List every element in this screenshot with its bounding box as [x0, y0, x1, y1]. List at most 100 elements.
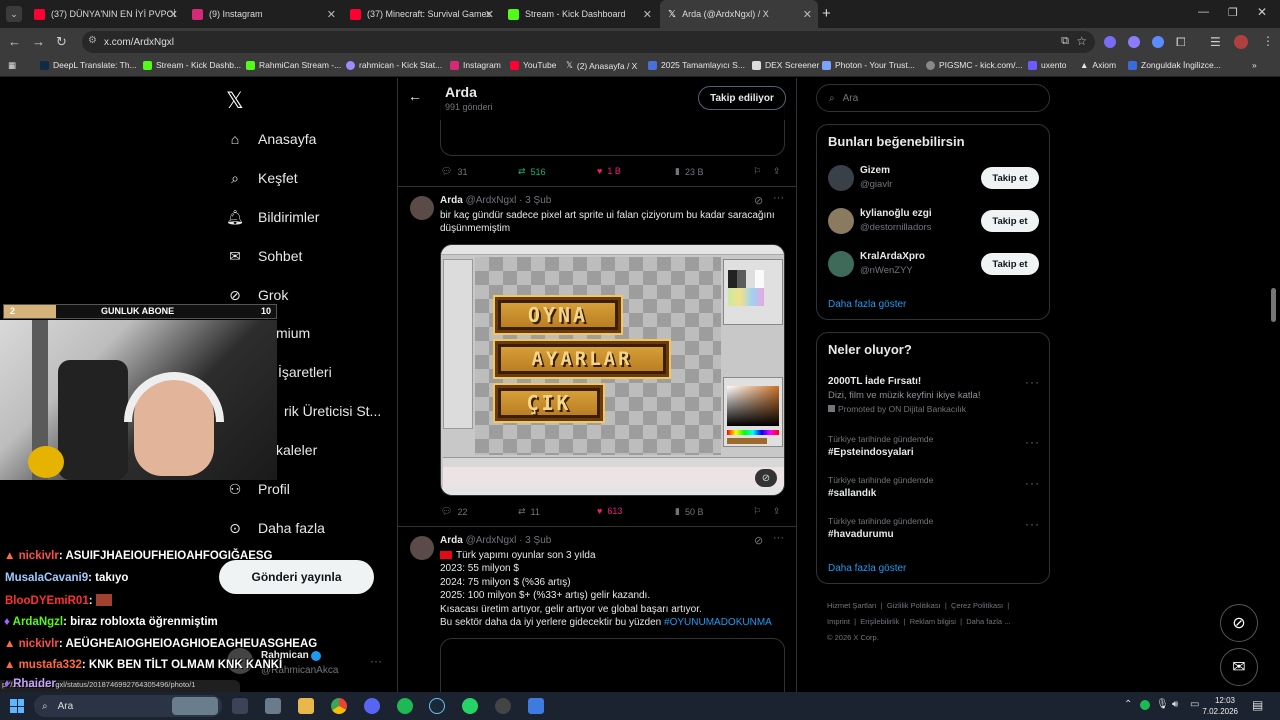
notifications-icon[interactable]: ▤ — [1252, 698, 1263, 712]
views-stat[interactable]: ▮ 23 B — [675, 166, 703, 177]
user-name[interactable]: KralArdaXpro — [860, 251, 925, 262]
nav-profile[interactable]: ⚇ Profil — [226, 480, 290, 498]
install-icon[interactable]: ⧉ — [1061, 35, 1069, 48]
clock-date[interactable]: 7.02.2026 — [1198, 707, 1238, 716]
clock-time[interactable]: 12:03 — [1205, 696, 1235, 705]
share-icon[interactable]: ⇪ — [773, 506, 781, 517]
post-button[interactable]: Gönderi yayınla — [219, 560, 374, 594]
author-avatar[interactable] — [410, 536, 434, 560]
close-tab-icon[interactable]: ✕ — [169, 8, 178, 21]
reply-stat[interactable]: 💬︎ 22 — [441, 506, 467, 517]
nav-more[interactable]: ⊙ Daha fazla — [226, 519, 325, 537]
reload-icon[interactable]: ↻ — [56, 34, 67, 50]
whatsapp-icon[interactable] — [462, 698, 478, 714]
follow-button[interactable]: Takip et — [981, 253, 1039, 275]
nav-creator-studio[interactable]: rik Üreticisi St... — [284, 403, 381, 419]
like-stat[interactable]: ♥ 613 — [597, 506, 622, 516]
extension-icon[interactable] — [1152, 36, 1164, 48]
trend-menu-icon[interactable]: ··· — [1025, 517, 1040, 531]
user-avatar[interactable] — [828, 208, 854, 234]
nav-premium[interactable]: mium — [276, 325, 310, 341]
grok-icon[interactable]: ⊘ — [754, 534, 763, 547]
footer-link[interactable]: Çerez Politikası — [951, 601, 1003, 610]
tab-2[interactable]: (9) Instagram ✕ — [184, 0, 342, 28]
trend-tag[interactable]: #havadurumu — [828, 529, 894, 540]
post-image[interactable]: OYNA AYARLAR ÇIK ⊘ — [440, 244, 785, 496]
bookmark-uxento[interactable]: uxento — [1028, 60, 1067, 70]
nav-home[interactable]: ⌂ Anasayfa — [226, 130, 317, 148]
bookmark-icon[interactable]: ⚐ — [753, 166, 761, 177]
close-tab-icon[interactable]: ✕ — [803, 8, 812, 21]
volume-icon[interactable]: 🔊︎ — [1172, 699, 1178, 710]
follow-button[interactable]: Takip et — [981, 210, 1039, 232]
nav-messages[interactable]: ✉ Sohbet — [226, 247, 302, 265]
windows-start-icon[interactable] — [10, 699, 24, 713]
discord-icon[interactable] — [364, 698, 380, 714]
nav-bookmarks[interactable]: İşaretleri — [278, 364, 332, 380]
footer-link[interactable]: Daha fazla ... — [966, 617, 1010, 626]
apps-grid-icon[interactable]: ▦ — [8, 60, 16, 71]
tab-search-icon[interactable]: ⌄ — [6, 6, 22, 22]
bookmark-tamamlayici[interactable]: 2025 Tamamlayıcı S... — [648, 60, 745, 70]
hashtag-link[interactable]: #OYUNUMADOKUNMA — [664, 617, 772, 628]
folder-icon[interactable] — [298, 698, 314, 714]
task-view-icon[interactable] — [232, 698, 248, 714]
repost-stat[interactable]: ⇄ 516 — [518, 166, 546, 177]
bookmark-icon[interactable]: ⚐ — [753, 506, 761, 517]
post-date[interactable]: · 3 Şub — [519, 195, 551, 206]
like-stat[interactable]: ♥ 1 B — [597, 166, 621, 176]
footer-link[interactable]: Erişilebilirlik — [860, 617, 899, 626]
close-tab-icon[interactable]: ✕ — [643, 8, 652, 21]
tab-3[interactable]: (37) Minecraft: Survival Games ✕ — [342, 0, 500, 28]
footer-link[interactable]: Imprint — [827, 617, 850, 626]
new-tab-button[interactable]: + — [822, 5, 831, 22]
trend-tag[interactable]: #sallandık — [828, 488, 876, 499]
extension-icon[interactable] — [1104, 36, 1116, 48]
steam-icon[interactable] — [429, 698, 445, 714]
spotify-icon[interactable] — [397, 698, 413, 714]
grok-fab-icon[interactable]: ⊘ — [1220, 604, 1258, 642]
minimize-icon[interactable]: — — [1198, 6, 1209, 18]
nav-notifications[interactable]: 🔔︎ Bildirimler — [226, 208, 319, 226]
trend-menu-icon[interactable]: ··· — [1025, 375, 1040, 389]
app-icon[interactable] — [528, 698, 544, 714]
chrome-icon[interactable] — [331, 698, 347, 714]
bookmark-youtube[interactable]: YouTube — [510, 60, 556, 70]
post-menu-icon[interactable]: ··· — [773, 532, 784, 544]
repost-stat[interactable]: ⇄ 11 — [518, 506, 540, 517]
close-window-icon[interactable]: ✕ — [1257, 5, 1267, 19]
messages-fab-icon[interactable]: ✉ — [1220, 648, 1258, 686]
close-tab-icon[interactable]: ✕ — [327, 8, 336, 21]
bookmark-instagram[interactable]: Instagram — [450, 60, 501, 70]
tab-4[interactable]: Stream - Kick Dashboard ✕ — [500, 0, 658, 28]
tray-chevron-icon[interactable]: ⌃ — [1124, 699, 1132, 710]
microphone-icon[interactable]: 🎙︎ — [1156, 699, 1169, 710]
footer-link[interactable]: Hizmet Şartları — [827, 601, 877, 610]
bookmark-rahmican-stream[interactable]: RahmiCan Stream -... — [246, 60, 341, 70]
footer-link[interactable]: Reklam bilgisi — [910, 617, 956, 626]
back-icon[interactable]: ← — [8, 34, 21, 49]
follow-button[interactable]: Takip et — [981, 167, 1039, 189]
author-avatar[interactable] — [410, 196, 434, 220]
reply-stat[interactable]: 💬︎ 31 — [441, 166, 467, 177]
author-handle[interactable]: @ArdxNgxl — [466, 535, 517, 546]
bookmark-rahmican-kick-stats[interactable]: rahmican - Kick Stat... — [346, 60, 442, 70]
bookmark-photon[interactable]: Photon - Your Trust... — [822, 60, 915, 70]
bookmark-pigsmc[interactable]: PIGSMC - kick.com/... — [926, 60, 1023, 70]
bookmark-kick-dashboard[interactable]: Stream - Kick Dashb... — [143, 60, 241, 70]
forward-icon[interactable]: → — [32, 34, 45, 49]
close-tab-icon[interactable]: ✕ — [485, 8, 494, 21]
nav-explore[interactable]: ⌕ Keşfet — [226, 169, 298, 187]
nav-grok[interactable]: ⊘ Grok — [226, 286, 288, 304]
url-input[interactable]: ⚙ x.com/ArdxNgxl ⧉ ☆ — [82, 31, 1095, 53]
bookmark-zonguldak[interactable]: Zonguldak İngilizce... — [1128, 60, 1221, 70]
page-scrollbar[interactable] — [1271, 288, 1276, 322]
tab-1[interactable]: (37) DÜNYA'NIN EN İYİ PVPCİSİ ✕ — [26, 0, 184, 28]
obs-icon[interactable] — [495, 698, 511, 714]
bookmark-star-icon[interactable]: ☆ — [1076, 34, 1087, 48]
bookmark-dex-screener[interactable]: DEX Screener — [752, 60, 819, 70]
trend-tag[interactable]: #Epsteindosyalari — [828, 447, 914, 458]
show-more-link[interactable]: Daha fazla göster — [828, 563, 906, 574]
account-menu-icon[interactable]: ··· — [370, 654, 382, 668]
back-arrow-icon[interactable]: ← — [408, 88, 422, 104]
